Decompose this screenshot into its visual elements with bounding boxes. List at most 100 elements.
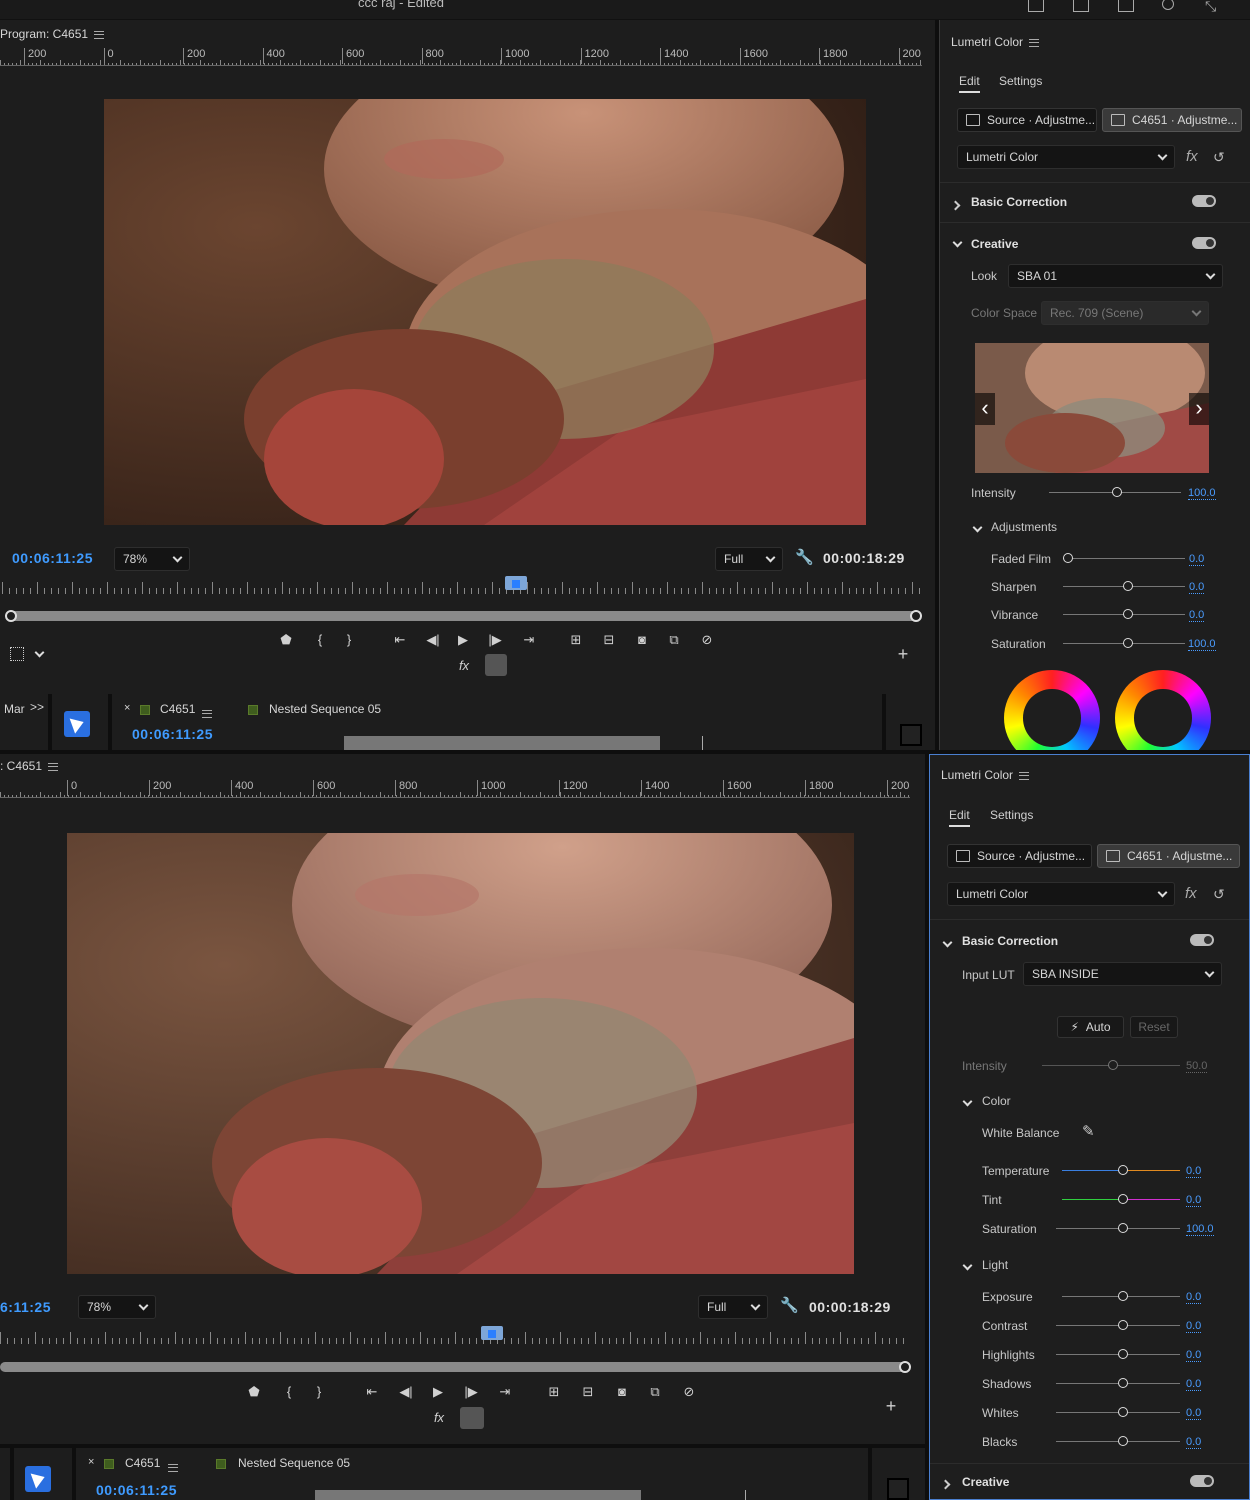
tab-edit[interactable]: Edit <box>949 808 970 827</box>
mark-in-icon[interactable]: { <box>311 632 329 647</box>
faded-film-slider[interactable] <box>1063 558 1185 559</box>
current-timecode[interactable]: 00:06:11:25 <box>12 550 93 566</box>
settings-chevron[interactable] <box>34 645 45 659</box>
color-section-header[interactable]: Color <box>982 1094 1011 1108</box>
close-tab-icon[interactable]: × <box>124 702 130 714</box>
highlight-tint-wheel[interactable] <box>1115 670 1211 752</box>
basic-correction-header[interactable]: Basic Correction <box>962 934 1058 948</box>
markers-tab[interactable]: Mar <box>4 702 25 716</box>
source-button[interactable]: Source · Adjustme... <box>957 108 1097 132</box>
multicam-icon[interactable] <box>460 1407 484 1429</box>
reset-icon[interactable]: ↺ <box>1213 886 1225 903</box>
extract-icon[interactable]: ⊟ <box>600 632 618 648</box>
adjustments-header[interactable]: Adjustments <box>991 520 1057 534</box>
comparison-view-icon[interactable]: ⧉ <box>646 1384 664 1400</box>
play-icon[interactable]: ▶ <box>454 632 472 648</box>
tab-nested-sequence[interactable]: Nested Sequence 05 <box>269 702 381 716</box>
zoom-scrollbar[interactable] <box>0 1362 910 1372</box>
selection-tool-icon[interactable] <box>25 1466 51 1492</box>
basic-correction-toggle[interactable] <box>1192 195 1216 207</box>
tint-slider-green[interactable] <box>1062 1199 1122 1200</box>
menu-icon[interactable] <box>1029 38 1040 47</box>
saturation-value[interactable]: 100.0 <box>1186 1223 1214 1236</box>
zoom-dropdown[interactable]: 78% <box>114 547 190 571</box>
step-back-icon[interactable]: ◀| <box>397 1384 415 1400</box>
whites-knob[interactable] <box>1118 1407 1128 1417</box>
fx-icon[interactable]: fx <box>430 1410 448 1425</box>
highlights-knob[interactable] <box>1118 1349 1128 1359</box>
sharpen-knob[interactable] <box>1123 581 1133 591</box>
current-timecode[interactable]: 6:11:25 <box>0 1299 51 1315</box>
chevron-down-icon[interactable] <box>962 1096 973 1107</box>
creative-toggle[interactable] <box>1190 1475 1214 1487</box>
proxy-icon[interactable]: ⊘ <box>680 1384 698 1400</box>
vibrance-value[interactable]: 0.0 <box>1189 609 1205 622</box>
whites-value[interactable]: 0.0 <box>1186 1407 1202 1420</box>
marker-icon[interactable]: ⬟ <box>245 1384 263 1400</box>
tab-edit[interactable]: Edit <box>959 74 980 93</box>
mark-out-icon[interactable]: } <box>340 632 358 647</box>
tab-settings[interactable]: Settings <box>990 808 1033 822</box>
creative-toggle[interactable] <box>1192 237 1216 249</box>
panel-icon[interactable] <box>1028 0 1044 12</box>
saturation-knob[interactable] <box>1118 1223 1128 1233</box>
more-panels-icon[interactable]: >> <box>30 700 44 714</box>
look-dropdown[interactable]: SBA 01 <box>1008 264 1223 288</box>
contrast-value[interactable]: 0.0 <box>1186 1320 1202 1333</box>
mark-out-icon[interactable]: } <box>310 1384 328 1399</box>
light-section-header[interactable]: Light <box>982 1258 1008 1272</box>
add-button-icon[interactable]: + <box>882 1396 900 1417</box>
tint-value[interactable]: 0.0 <box>1186 1194 1202 1207</box>
search-icon[interactable] <box>1162 0 1174 10</box>
camera-icon[interactable]: ◙ <box>633 632 651 647</box>
video-frame[interactable] <box>67 833 854 1274</box>
eyedropper-icon[interactable]: ✎ <box>1082 1122 1095 1140</box>
safe-margins-icon[interactable] <box>10 647 24 661</box>
extract-icon[interactable]: ⊟ <box>579 1384 597 1400</box>
comparison-view-icon[interactable]: ⧉ <box>665 632 683 648</box>
temperature-slider-warm[interactable] <box>1122 1170 1180 1171</box>
work-area-bar[interactable] <box>315 1490 641 1500</box>
menu-icon[interactable] <box>48 762 59 771</box>
clip-button[interactable]: C4651 · Adjustme... <box>1097 844 1240 868</box>
selection-tool-icon[interactable] <box>64 711 90 737</box>
quality-dropdown[interactable]: Full <box>698 1295 768 1319</box>
contrast-knob[interactable] <box>1118 1320 1128 1330</box>
reset-button[interactable]: Reset <box>1130 1016 1178 1038</box>
sharpen-value[interactable]: 0.0 <box>1189 581 1205 594</box>
faded-film-value[interactable]: 0.0 <box>1189 553 1205 566</box>
temperature-value[interactable]: 0.0 <box>1186 1165 1202 1178</box>
timeline-timecode[interactable]: 00:06:11:25 <box>96 1482 177 1498</box>
tab-c4651[interactable]: C4651 <box>160 702 195 716</box>
tab-settings[interactable]: Settings <box>999 74 1042 88</box>
wrench-icon[interactable]: 🔧 <box>780 1296 799 1314</box>
mark-in-icon[interactable]: { <box>280 1384 298 1399</box>
fullscreen-icon[interactable]: ⤡ <box>1205 0 1216 15</box>
clip-button[interactable]: C4651 · Adjustme... <box>1102 108 1242 132</box>
fx-icon[interactable]: fx <box>455 658 473 673</box>
faded-film-knob[interactable] <box>1063 553 1073 563</box>
exposure-knob[interactable] <box>1118 1291 1128 1301</box>
zoom-scrollbar[interactable] <box>6 611 920 621</box>
playhead[interactable] <box>505 576 527 590</box>
go-to-out-icon[interactable]: ⇥ <box>520 632 538 648</box>
shadows-value[interactable]: 0.0 <box>1186 1378 1202 1391</box>
camera-icon[interactable]: ◙ <box>613 1384 631 1399</box>
creative-header[interactable]: Creative <box>962 1475 1009 1489</box>
time-ruler[interactable] <box>2 580 920 594</box>
shadow-tint-wheel[interactable] <box>1004 670 1100 752</box>
chevron-down-icon[interactable] <box>962 1260 973 1271</box>
saturation-value[interactable]: 100.0 <box>1188 638 1216 651</box>
lift-icon[interactable]: ⊞ <box>567 632 585 648</box>
chevron-down-icon[interactable] <box>952 237 963 248</box>
shadows-knob[interactable] <box>1118 1378 1128 1388</box>
temperature-knob[interactable] <box>1118 1165 1128 1175</box>
step-forward-icon[interactable]: |▶ <box>486 632 504 648</box>
creative-header[interactable]: Creative <box>971 237 1018 251</box>
input-lut-dropdown[interactable]: SBA INSIDE <box>1023 962 1222 986</box>
add-button-icon[interactable]: + <box>894 644 912 665</box>
blacks-knob[interactable] <box>1118 1436 1128 1446</box>
timeline-timecode[interactable]: 00:06:11:25 <box>132 726 213 742</box>
basic-correction-header[interactable]: Basic Correction <box>971 195 1067 209</box>
chevron-right-icon[interactable] <box>940 1479 951 1490</box>
